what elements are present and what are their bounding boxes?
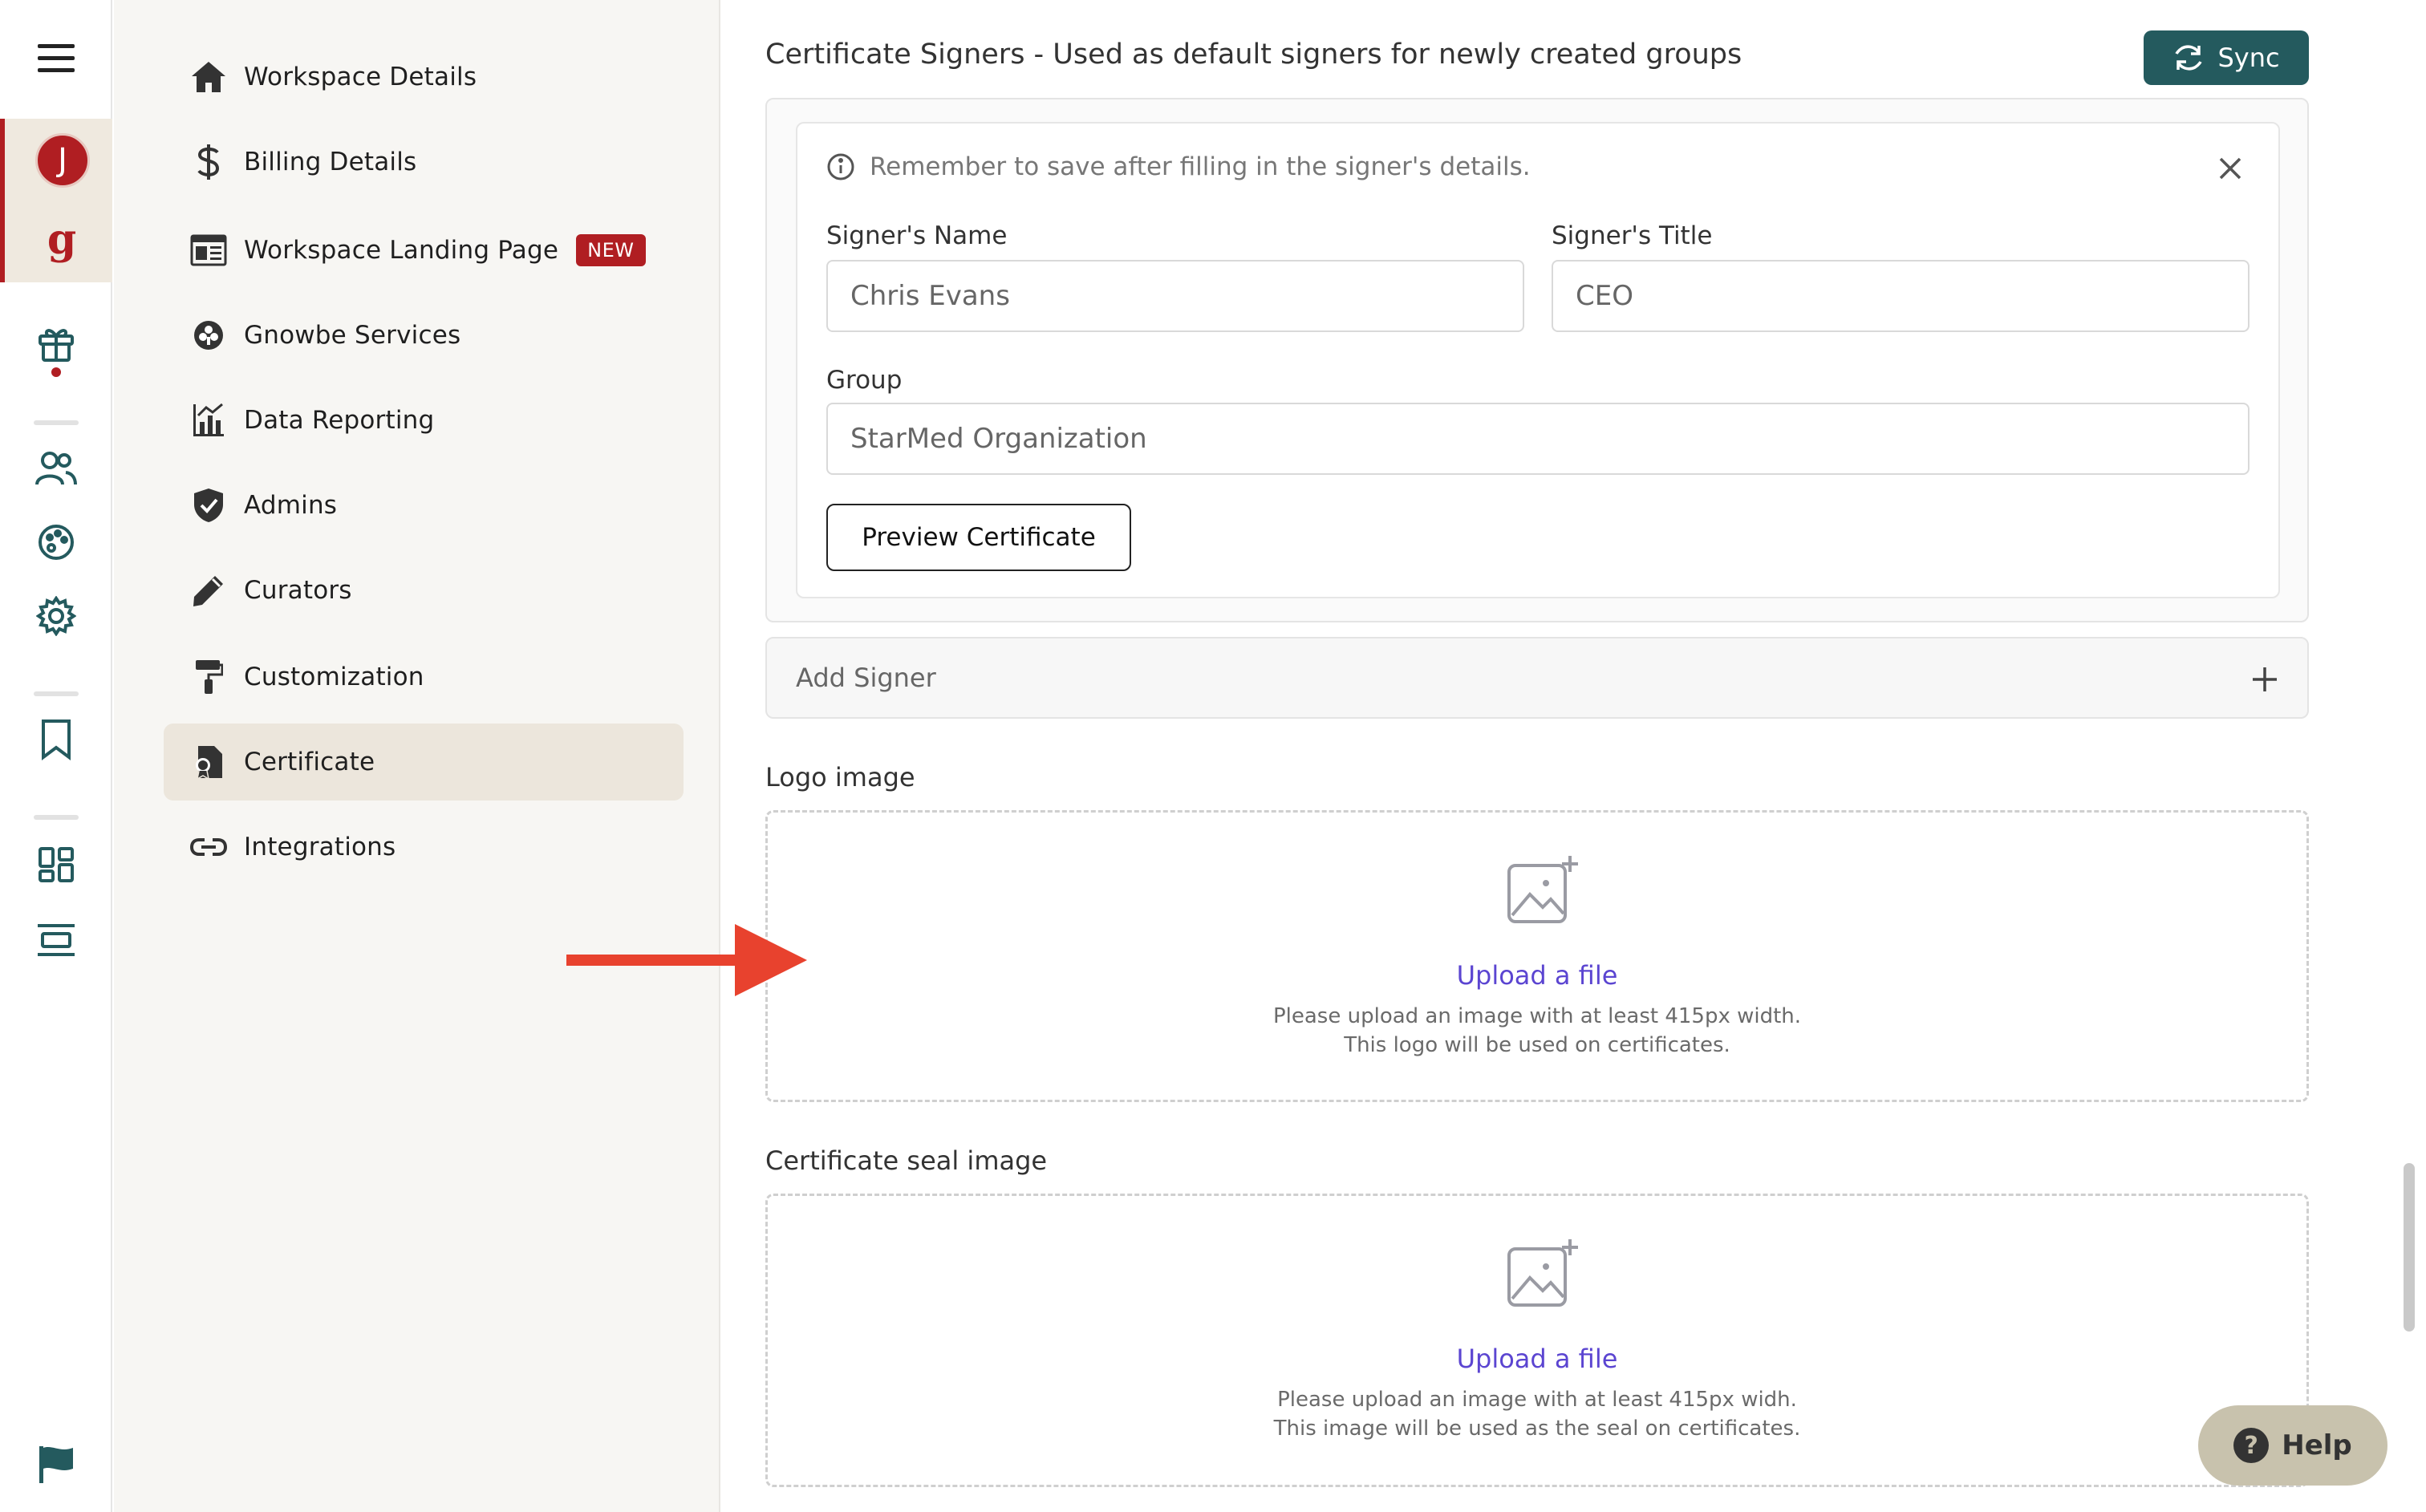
- upload-file-link[interactable]: Upload a file: [768, 960, 2306, 991]
- group-select[interactable]: StarMed Organization: [826, 403, 2250, 475]
- nav-item-label: Workspace Landing Page: [244, 236, 559, 265]
- seal-dropzone[interactable]: Upload a file Please upload an image wit…: [765, 1194, 2309, 1487]
- plus-icon: [2253, 667, 2277, 691]
- nav-item-label: Customization: [244, 663, 424, 691]
- nav-item-workspace-details[interactable]: Workspace Details: [164, 39, 684, 116]
- add-signer-button[interactable]: Add Signer: [765, 637, 2309, 719]
- logo-dropzone[interactable]: Upload a file Please upload an image wit…: [765, 810, 2309, 1102]
- image-add-icon: [1507, 856, 1578, 923]
- icon-rail: J g: [0, 0, 112, 1512]
- logo-image-label: Logo image: [765, 762, 915, 792]
- signer-title-label: Signer's Title: [1552, 221, 1713, 250]
- dashboard-icon[interactable]: [0, 841, 112, 889]
- dollar-icon: [189, 143, 228, 181]
- upload-hint-line: This image will be used as the seal on c…: [1273, 1417, 1801, 1441]
- scrollbar-thumb[interactable]: [2404, 1163, 2415, 1332]
- nav-item-label: Admins: [244, 491, 338, 520]
- signer-title-input[interactable]: CEO: [1552, 260, 2250, 332]
- notice-text: Remember to save after filling in the si…: [870, 152, 1531, 181]
- new-badge: NEW: [576, 234, 646, 266]
- flag-icon[interactable]: [0, 1441, 112, 1489]
- nav-item-workspace-landing-page[interactable]: Workspace Landing Page NEW: [164, 212, 684, 289]
- link-icon: [189, 828, 228, 866]
- nav-item-admins[interactable]: Admins: [164, 467, 684, 544]
- help-label: Help: [2282, 1429, 2352, 1461]
- upload-file-link[interactable]: Upload a file: [768, 1344, 2306, 1374]
- question-icon: ?: [2233, 1428, 2270, 1463]
- notification-dot: [51, 367, 61, 377]
- group-label: Group: [826, 366, 903, 395]
- layout-icon[interactable]: [0, 916, 112, 964]
- nav-item-label: Data Reporting: [244, 406, 435, 435]
- pencil-icon: [189, 571, 228, 610]
- avatar[interactable]: J: [35, 133, 90, 188]
- paint-roller-icon: [189, 658, 228, 696]
- users-icon[interactable]: [0, 444, 112, 493]
- nav-item-gnowbe-services[interactable]: Gnowbe Services: [164, 297, 684, 374]
- nav-item-label: Certificate: [244, 748, 375, 776]
- rail-divider: [34, 691, 79, 696]
- rail-divider: [34, 815, 79, 820]
- services-icon: [189, 316, 228, 355]
- nav-item-label: Workspace Details: [244, 63, 477, 91]
- workspace-switcher[interactable]: J g: [0, 119, 112, 282]
- menu-icon[interactable]: [0, 32, 112, 85]
- settings-nav: Workspace Details Billing Details Worksp…: [114, 0, 720, 1512]
- bookmark-icon[interactable]: [0, 715, 112, 764]
- sync-button[interactable]: Sync: [2144, 30, 2309, 85]
- info-icon: [827, 153, 854, 180]
- signer-form: Remember to save after filling in the si…: [796, 122, 2280, 598]
- upload-hint-line: Please upload an image with at least 415…: [1277, 1388, 1797, 1412]
- annotation-arrow-icon: [566, 924, 807, 996]
- add-signer-label: Add Signer: [796, 663, 936, 693]
- sync-label: Sync: [2217, 43, 2280, 73]
- image-add-icon: [1507, 1239, 1578, 1307]
- palette-icon[interactable]: [0, 518, 112, 566]
- gear-icon[interactable]: [0, 592, 112, 640]
- nav-item-curators[interactable]: Curators: [164, 552, 684, 629]
- nav-item-label: Curators: [244, 576, 352, 605]
- signer-name-label: Signer's Name: [826, 221, 1008, 250]
- nav-item-billing-details[interactable]: Billing Details: [164, 124, 684, 201]
- nav-item-label: Gnowbe Services: [244, 321, 461, 350]
- signer-name-input[interactable]: Chris Evans: [826, 260, 1524, 332]
- nav-item-certificate[interactable]: Certificate: [164, 724, 684, 801]
- upload-hint-line: This logo will be used on certificates.: [1344, 1033, 1730, 1057]
- shield-icon: [189, 486, 228, 525]
- gnowbe-logo[interactable]: g: [42, 215, 82, 264]
- home-icon: [189, 58, 228, 96]
- certificate-icon: [189, 743, 228, 781]
- close-icon[interactable]: [2216, 154, 2245, 183]
- landing-page-icon: [189, 231, 228, 270]
- nav-item-customization[interactable]: Customization: [164, 638, 684, 715]
- gift-icon[interactable]: [0, 319, 112, 367]
- signers-card: Remember to save after filling in the si…: [765, 98, 2309, 622]
- section-title: Certificate Signers - Used as default si…: [765, 39, 1742, 71]
- nav-item-label: Billing Details: [244, 148, 417, 176]
- seal-image-label: Certificate seal image: [765, 1145, 1048, 1176]
- main-content: Certificate Signers - Used as default si…: [722, 0, 2351, 1512]
- nav-item-data-reporting[interactable]: Data Reporting: [164, 382, 684, 459]
- save-notice: Remember to save after filling in the si…: [826, 152, 1531, 181]
- rail-divider: [34, 420, 79, 425]
- nav-item-label: Integrations: [244, 833, 396, 861]
- chart-icon: [189, 401, 228, 440]
- refresh-icon: [2175, 45, 2203, 71]
- preview-certificate-button[interactable]: Preview Certificate: [826, 504, 1131, 571]
- nav-item-integrations[interactable]: Integrations: [164, 809, 684, 886]
- help-button[interactable]: ? Help: [2198, 1405, 2387, 1486]
- upload-hint-line: Please upload an image with at least 415…: [1272, 1004, 1802, 1028]
